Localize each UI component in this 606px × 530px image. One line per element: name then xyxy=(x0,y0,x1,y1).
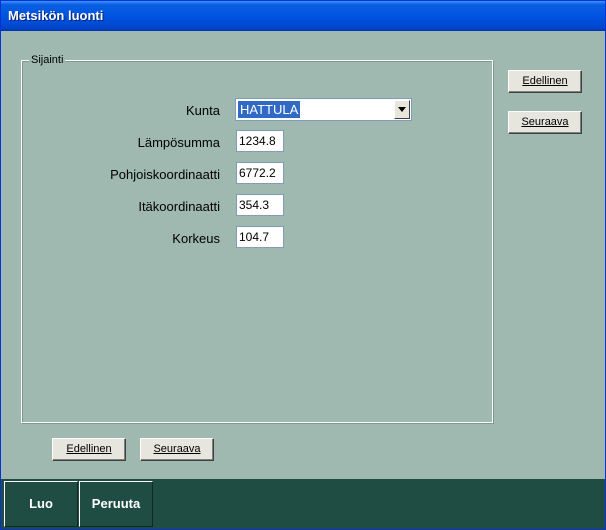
chevron-down-icon xyxy=(398,107,406,112)
lamposumma-label: Lämpösumma xyxy=(137,135,220,150)
kunta-selected-value: HATTULA xyxy=(238,101,301,118)
pohjoiskoordinaatti-label: Pohjoiskoordinaatti xyxy=(110,167,220,182)
location-group-legend: Sijainti xyxy=(29,54,66,66)
title-bar[interactable]: Metsikön luonti xyxy=(1,1,605,31)
bottom-previous-button[interactable]: Edellinen xyxy=(52,438,126,461)
itakoordinaatti-field[interactable]: 354.3 xyxy=(236,194,284,216)
pohjoiskoordinaatti-field[interactable]: 6772.2 xyxy=(236,162,284,184)
kunta-label: Kunta xyxy=(186,103,220,118)
side-previous-button[interactable]: Edellinen xyxy=(508,70,582,93)
cancel-button[interactable]: Peruuta xyxy=(79,481,153,527)
footer-bar: Luo Peruuta xyxy=(1,479,605,529)
kunta-select[interactable]: HATTULA xyxy=(235,98,412,121)
dialog-window: Metsikön luonti Sijainti Kunta HATTULA L… xyxy=(0,0,606,530)
lamposumma-field[interactable]: 1234.8 xyxy=(236,130,284,152)
korkeus-field[interactable]: 104.7 xyxy=(236,226,284,248)
korkeus-label: Korkeus xyxy=(172,231,220,246)
side-next-button[interactable]: Seuraava xyxy=(508,111,582,134)
itakoordinaatti-label: Itäkoordinaatti xyxy=(138,199,220,214)
window-title: Metsikön luonti xyxy=(8,8,104,23)
dropdown-arrow-button[interactable] xyxy=(394,100,410,119)
create-button[interactable]: Luo xyxy=(4,481,78,527)
bottom-next-button[interactable]: Seuraava xyxy=(140,438,214,461)
